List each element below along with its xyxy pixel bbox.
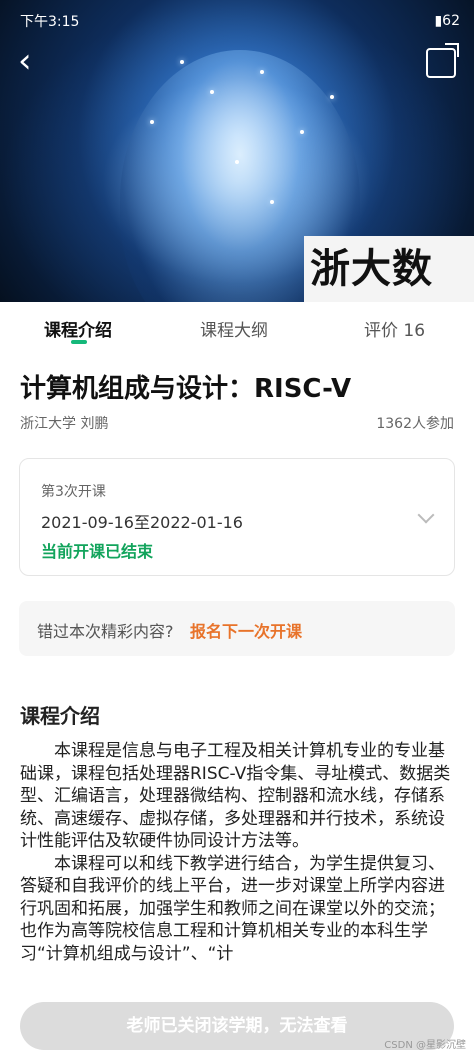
course-title: 计算机组成与设计：RISC-V [20, 374, 352, 404]
watermark: CSDN @星影沉壁 [384, 1040, 466, 1051]
content-fade [0, 960, 474, 1000]
tab-bar: 课程介绍 课程大纲 评价 16 [0, 302, 474, 352]
tab-syllabus[interactable]: 课程大纲 [200, 316, 268, 341]
share-icon[interactable] [426, 48, 456, 78]
participant-count: 1362人参加 [376, 416, 454, 432]
status-bar: 下午3:15 ▮62 [20, 10, 460, 32]
status-time: 下午3:15 [20, 14, 80, 30]
session-selector[interactable]: 第3次开课 2021-09-16至2022-01-16 当前开课已结束 [19, 458, 455, 576]
missed-prompt: 错过本次精彩内容? [37, 622, 174, 641]
session-label: 第3次开课 [41, 484, 106, 500]
back-icon[interactable]: ‹ [18, 44, 48, 80]
intro-heading: 课程介绍 [20, 704, 100, 728]
session-status: 当前开课已结束 [41, 542, 154, 561]
intro-paragraph: 本课程可以和线下教学进行结合，为学生提供复习、答疑和自我评价的线上平台，进一步对… [20, 853, 445, 964]
active-tab-indicator [71, 340, 87, 344]
brand-logo: 浙大数 [304, 236, 474, 302]
missed-banner: 错过本次精彩内容? 报名下一次开课 [19, 601, 455, 656]
course-meta: 浙江大学 刘鹏 [20, 416, 109, 432]
enroll-next-link[interactable]: 报名下一次开课 [190, 618, 302, 642]
intro-paragraph: 本课程是信息与电子工程及相关计算机专业的专业基础课，课程包括处理器RISC-V指… [20, 741, 451, 851]
course-banner: 下午3:15 ▮62 ‹ 浙大数 [0, 0, 474, 302]
chevron-down-icon [417, 506, 435, 524]
intro-text: 本课程是信息与电子工程及相关计算机专业的专业基础课，课程包括处理器RISC-V指… [20, 740, 456, 965]
tab-intro[interactable]: 课程介绍 [44, 316, 112, 341]
session-dates: 2021-09-16至2022-01-16 [41, 513, 243, 532]
tab-reviews[interactable]: 评价 16 [364, 316, 425, 341]
status-battery: ▮62 [434, 13, 460, 29]
